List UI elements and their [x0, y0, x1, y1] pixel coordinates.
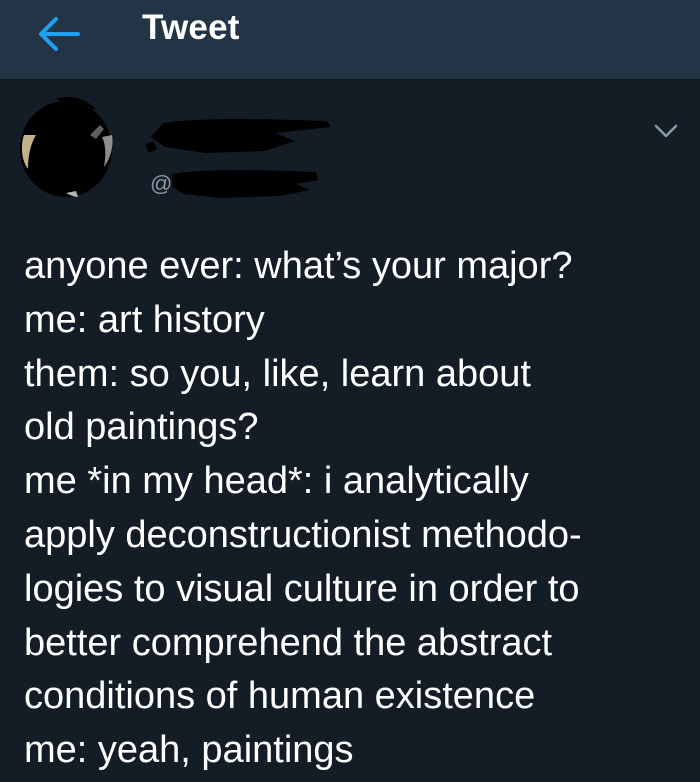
redacted-avatar-image — [20, 96, 113, 197]
tweet-line: logies to visual culture in order to — [24, 567, 580, 610]
back-button[interactable] — [34, 14, 82, 54]
tweet-menu-button[interactable] — [652, 121, 680, 141]
tweet-line: old paintings? — [24, 406, 259, 449]
tweet-line: me: art history — [24, 298, 265, 341]
tweet-line: them: so you, like, learn about — [24, 352, 531, 395]
chevron-down-icon — [654, 124, 678, 138]
redacted-display-name — [145, 119, 331, 153]
handle-row: @ — [150, 169, 320, 199]
username-handle: @ — [150, 171, 173, 196]
tweet-line: apply deconstructionist methodo- — [24, 513, 582, 556]
top-app-bar: Tweet — [0, 0, 700, 80]
tweet-card: @ anyone ever: what’s your major? me: ar… — [0, 81, 700, 782]
tweet-line: better comprehend the abstract — [24, 621, 553, 664]
avatar[interactable] — [16, 95, 114, 199]
tweet-line: anyone ever: what’s your major? — [24, 245, 573, 287]
tweet-line: conditions of human existence — [24, 675, 536, 718]
tweet-text: anyone ever: what’s your major? me: art … — [24, 240, 684, 778]
redacted-username — [172, 170, 319, 198]
arrow-left-icon — [39, 17, 80, 51]
tweet-line: me *in my head*: i analytically — [24, 460, 529, 503]
page-title: Tweet — [142, 8, 240, 47]
tweet-line: me: yeah, paintings — [24, 729, 354, 772]
